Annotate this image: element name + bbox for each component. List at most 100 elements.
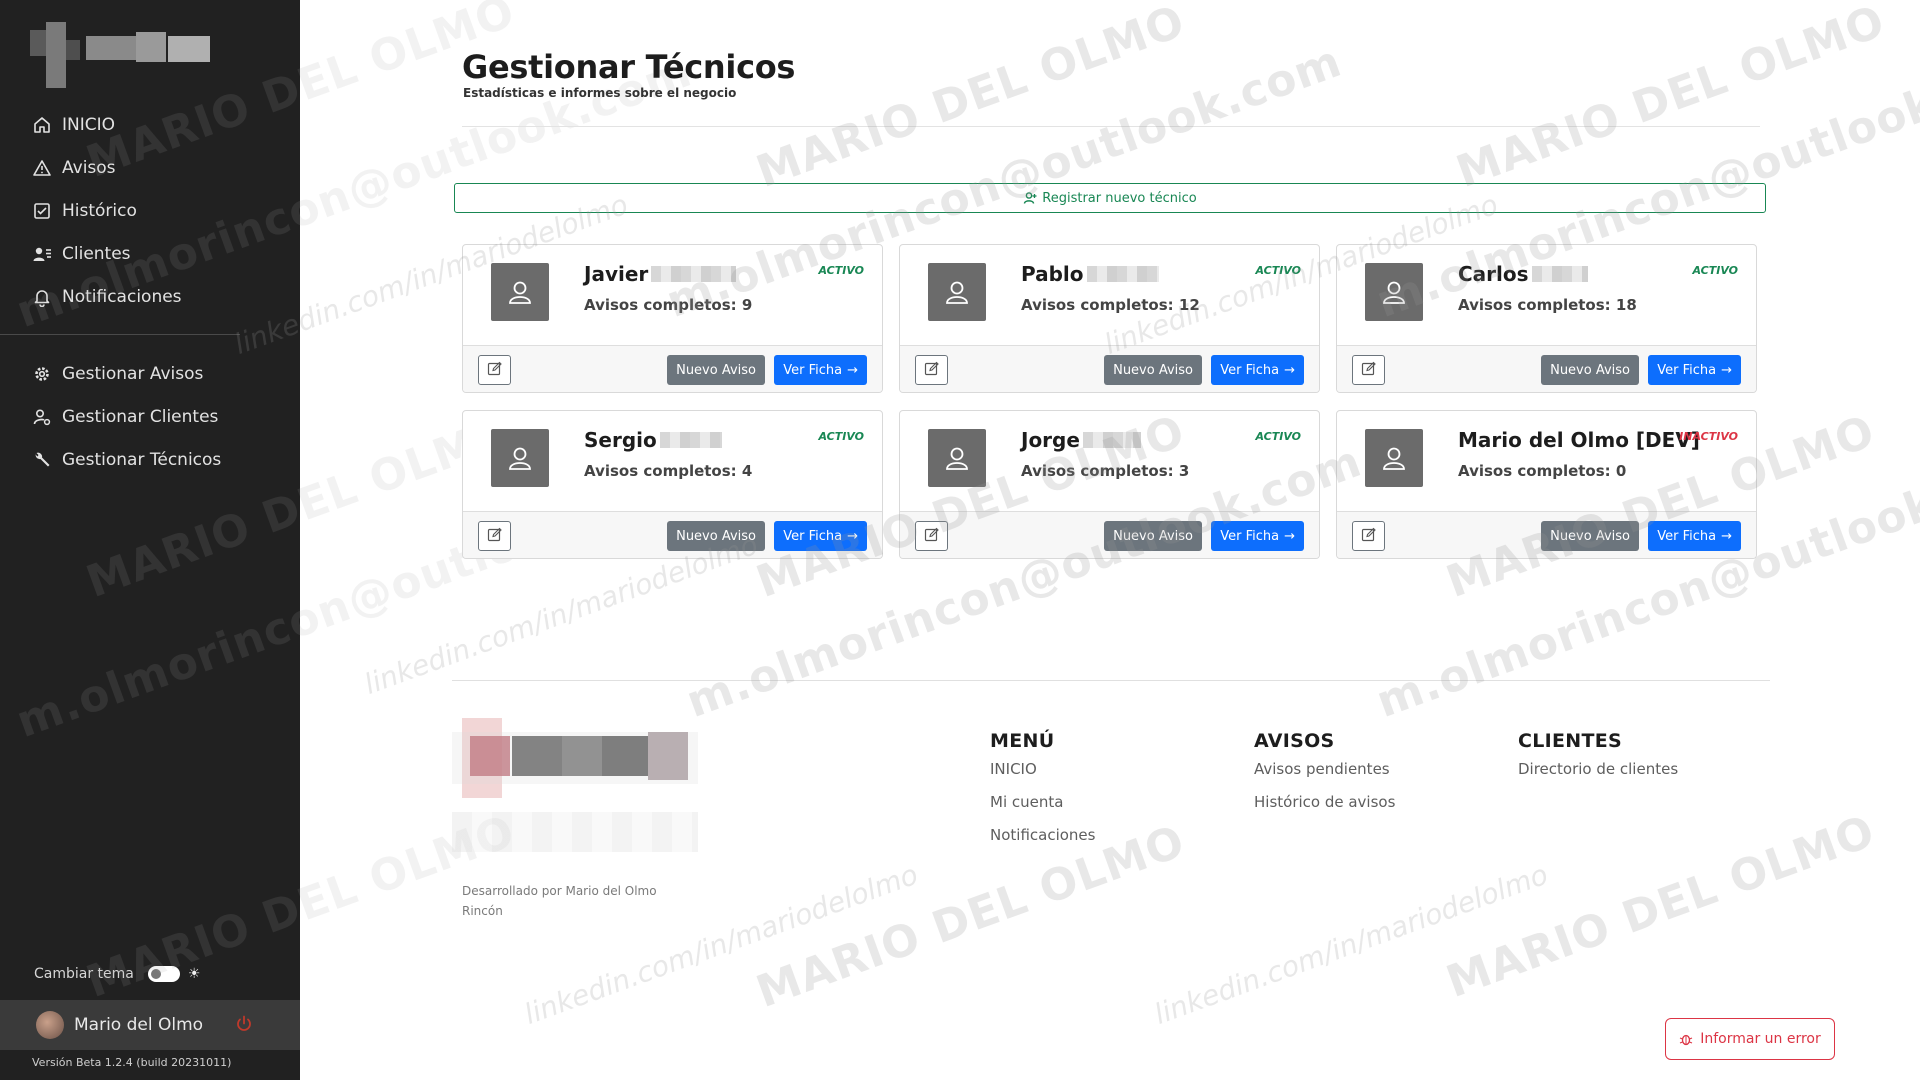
technician-card: Mario del Olmo [DEV] Avisos completos: 0… [1336,410,1757,559]
footer-heading: MENÚ [990,730,1055,752]
register-technician-button[interactable]: Registrar nuevo técnico [454,183,1766,213]
footer-avisos-column: AVISOS Avisos pendientes Histórico de av… [1254,730,1395,826]
card-footer: Nuevo Aviso Ver Ficha → [1337,345,1756,392]
edit-icon [1361,361,1376,380]
nav-item-inicio[interactable]: INICIO [0,103,300,146]
user-placeholder-icon [1365,429,1423,487]
technician-card: Carlos Avisos completos: 18 ACTIVO Nuevo… [1336,244,1757,393]
card-footer: Nuevo Aviso Ver Ficha → [463,345,882,392]
sidebar: INICIO Avisos Histórico Clientes Notific… [0,0,698,1080]
arrow-right-icon: → [1721,362,1732,378]
footer-logo [452,718,698,798]
technician-name: Jorge [1021,428,1080,452]
wrench-icon [31,449,53,471]
avatar [36,1011,64,1039]
footer-heading: CLIENTES [1518,730,1623,752]
new-aviso-button[interactable]: Nuevo Aviso [1104,355,1202,385]
gear-icon [31,363,53,385]
technician-name: Pablo [1021,262,1084,286]
technician-card: Sergio Avisos completos: 4 ACTIVO Nuevo … [462,410,883,559]
app-logo[interactable] [30,22,210,88]
edit-button[interactable] [915,355,948,385]
edit-icon [924,527,939,546]
user-placeholder-icon [491,429,549,487]
footer-link-inicio[interactable]: INICIO [990,760,1095,793]
status-badge: ACTIVO [818,264,864,277]
view-profile-button[interactable]: Ver Ficha → [774,521,867,551]
theme-toggle[interactable] [147,966,180,982]
view-label: Ver Ficha [1657,528,1717,544]
technician-name: Javier [584,262,649,286]
completed-count: Avisos completos: 3 [1021,462,1190,480]
redacted-surname [659,432,722,448]
nav-label: Gestionar Clientes [62,406,219,427]
warning-icon [31,157,53,179]
view-profile-button[interactable]: Ver Ficha → [1211,521,1304,551]
user-placeholder-icon [1365,263,1423,321]
footer-logo-caption [452,812,698,852]
arrow-right-icon: → [1721,528,1732,544]
new-aviso-button[interactable]: Nuevo Aviso [667,355,765,385]
nav-item-avisos[interactable]: Avisos [0,146,300,189]
user-manage-icon [31,406,53,428]
status-badge: ACTIVO [1692,264,1738,277]
new-aviso-button[interactable]: Nuevo Aviso [1541,521,1639,551]
view-profile-button[interactable]: Ver Ficha → [1648,355,1741,385]
footer-link-avisos-pendientes[interactable]: Avisos pendientes [1254,760,1395,793]
edit-button[interactable] [478,355,511,385]
nav-item-gestionar-avisos[interactable]: Gestionar Avisos [0,352,300,395]
main-nav: INICIO Avisos Histórico Clientes Notific… [0,103,300,318]
watermark-text: linkedin.com/in/mariodelolmo [1150,857,1553,1032]
watermark-text: MARIO DEL OLMO [750,815,1192,1018]
technician-name-row: Jorge [1021,428,1141,452]
arrow-right-icon: → [1284,362,1295,378]
sun-icon: ☀ [187,966,201,982]
arrow-right-icon: → [847,362,858,378]
view-profile-button[interactable]: Ver Ficha → [1648,521,1741,551]
page-subtitle: Estadísticas e informes sobre el negocio [463,86,737,100]
nav-label: Clientes [62,243,131,264]
footer-heading: AVISOS [1254,730,1335,752]
watermark-text: MARIO DEL OLMO [1450,0,1892,198]
completed-count: Avisos completos: 18 [1458,296,1637,314]
new-aviso-button[interactable]: Nuevo Aviso [1541,355,1639,385]
view-profile-button[interactable]: Ver Ficha → [1211,355,1304,385]
home-icon [31,114,53,136]
bell-icon [31,286,53,308]
footer-link-directorio-clientes[interactable]: Directorio de clientes [1518,760,1678,793]
status-badge: INACTIVO [1679,430,1738,443]
edit-button[interactable] [1352,355,1385,385]
view-profile-button[interactable]: Ver Ficha → [774,355,867,385]
report-label: Informar un error [1700,1031,1821,1047]
new-aviso-button[interactable]: Nuevo Aviso [667,521,765,551]
card-footer: Nuevo Aviso Ver Ficha → [1337,511,1756,558]
nav-label: INICIO [62,114,116,135]
edit-button[interactable] [478,521,511,551]
nav-item-gestionar-tecnicos[interactable]: Gestionar Técnicos [0,438,300,481]
header-divider [462,126,1760,127]
edit-button[interactable] [1352,521,1385,551]
power-icon[interactable] [234,1014,254,1034]
technician-name: Sergio [584,428,657,452]
nav-item-notificaciones[interactable]: Notificaciones [0,275,300,318]
technician-card: Javier Avisos completos: 9 ACTIVO Nuevo … [462,244,883,393]
edit-icon [924,361,939,380]
card-footer: Nuevo Aviso Ver Ficha → [463,511,882,558]
user-placeholder-icon [928,263,986,321]
user-profile[interactable]: Mario del Olmo [0,1000,300,1050]
nav-item-clientes[interactable]: Clientes [0,232,300,275]
footer-link-mi-cuenta[interactable]: Mi cuenta [990,793,1095,826]
footer-link-historico-avisos[interactable]: Histórico de avisos [1254,793,1395,826]
footer-divider [452,680,1770,681]
watermark-text: MARIO DEL OLMO [1440,805,1882,1008]
new-aviso-button[interactable]: Nuevo Aviso [1104,521,1202,551]
view-label: Ver Ficha [1657,362,1717,378]
nav-label: Avisos [62,157,116,178]
edit-button[interactable] [915,521,948,551]
nav-item-gestionar-clientes[interactable]: Gestionar Clientes [0,395,300,438]
footer-link-notificaciones[interactable]: Notificaciones [990,826,1095,859]
completed-count: Avisos completos: 12 [1021,296,1200,314]
nav-item-historico[interactable]: Histórico [0,189,300,232]
technician-name-row: Javier [584,262,737,286]
report-error-button[interactable]: Informar un error [1665,1018,1835,1060]
